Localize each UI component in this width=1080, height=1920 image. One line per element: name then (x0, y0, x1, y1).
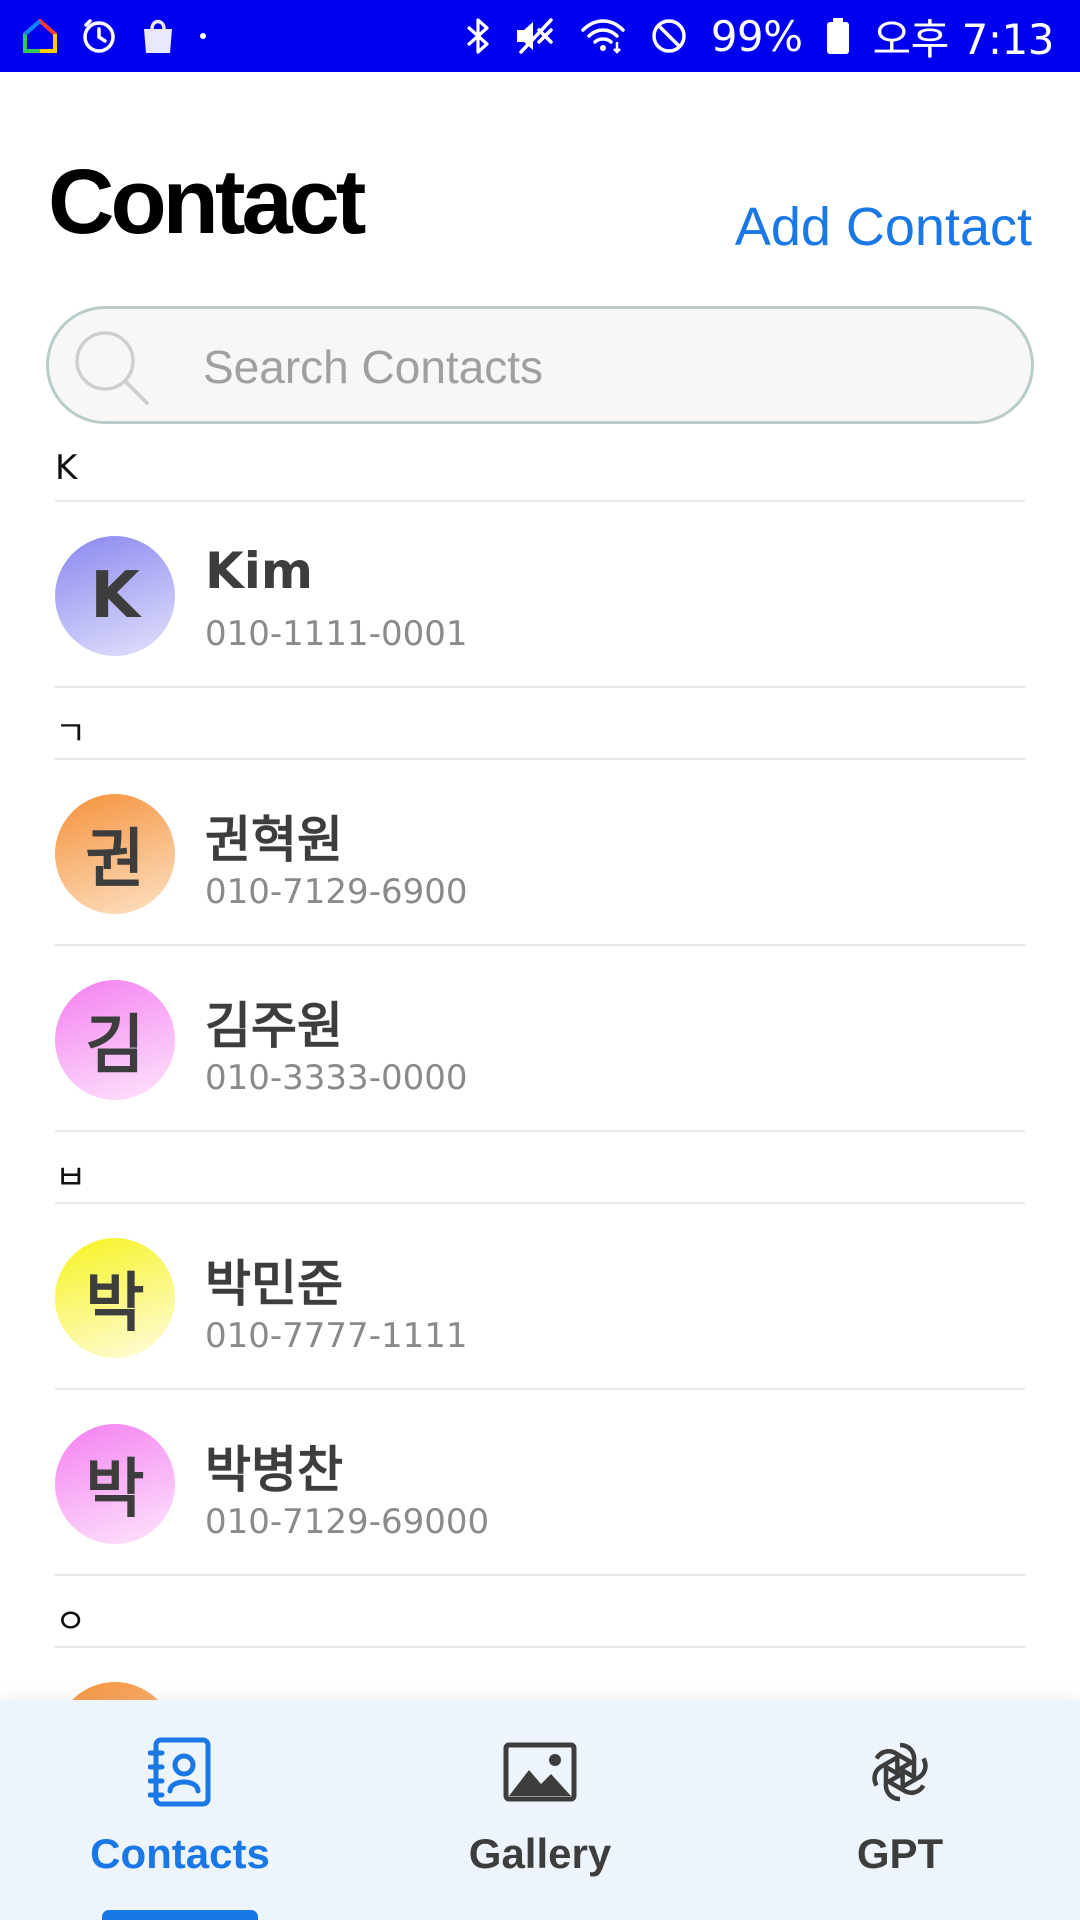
contact-row[interactable]: K Kim 010-1111-0001 (55, 502, 1025, 688)
contacts-screen: 99% 오후 7:13 Contact Add Contact K (0, 0, 1080, 1920)
battery-icon (825, 16, 851, 56)
section-header-ieung: ㅇ (55, 1576, 1025, 1648)
contact-phone: 010-1111-0001 (205, 614, 468, 654)
do-not-disturb-icon (649, 16, 689, 56)
avatar: K (55, 536, 175, 656)
contact-name: 박병찬 (205, 1441, 343, 1499)
avatar-initial: K (90, 559, 140, 633)
clock: 오후 7:13 (872, 14, 1055, 64)
avatar-initial: 박 (85, 1453, 145, 1527)
contact-name: 권혁원 (205, 811, 343, 869)
contact-name: 김주원 (205, 997, 343, 1055)
contact-phone: 010-7777-1111 (205, 1316, 468, 1356)
tab-contacts[interactable]: Contacts (0, 1700, 360, 1920)
vibrate-off-icon (513, 16, 557, 56)
bottom-nav: Contacts Gallery GPT (0, 1700, 1080, 1920)
section-letter: ㄱ (55, 714, 87, 754)
add-contact-button[interactable]: Add Contact (735, 196, 1032, 258)
battery-percent: 99% (710, 11, 803, 61)
avatar: 박 (55, 1238, 175, 1358)
avatar-initial: 권 (85, 823, 145, 897)
wifi-icon (579, 16, 627, 56)
status-bar-left (22, 17, 230, 55)
tab-label: Gallery (468, 1830, 612, 1877)
search-input[interactable] (203, 335, 983, 399)
section-letter: K (55, 448, 78, 488)
timer-icon (80, 17, 118, 55)
avatar: 김 (55, 980, 175, 1100)
avatar-initial: 김 (85, 1009, 145, 1083)
active-tab-indicator (102, 1910, 258, 1920)
contact-row[interactable]: 박 박병찬 010-7129-69000 (55, 1390, 1025, 1576)
contact-list: K K Kim 010-1111-0001 ㄱ 권 권혁원 010-7129-6… (0, 430, 1080, 1834)
openai-logo-icon (867, 1736, 933, 1808)
contacts-book-icon (148, 1736, 212, 1808)
contact-row[interactable]: 권 권혁원 010-7129-6900 (55, 760, 1025, 946)
search-bar[interactable] (46, 306, 1034, 424)
contact-phone: 010-7129-69000 (205, 1502, 490, 1542)
tab-label: Contacts (90, 1830, 270, 1877)
section-letter: ㅂ (55, 1158, 87, 1198)
status-bar-right: 99% 오후 7:13 (465, 6, 1055, 67)
section-header-giyeok: ㄱ (55, 688, 1025, 760)
contact-name: Kim (205, 542, 313, 600)
section-letter: ㅇ (55, 1602, 87, 1642)
avatar: 박 (55, 1424, 175, 1544)
bluetooth-icon (465, 16, 491, 56)
contact-phone: 010-7129-6900 (205, 872, 468, 912)
contact-phone: 010-3333-0000 (205, 1058, 468, 1098)
avatar: 권 (55, 794, 175, 914)
dot-icon (198, 31, 208, 41)
home-color-icon (22, 18, 58, 54)
tab-label: GPT (856, 1830, 944, 1877)
contact-row[interactable]: 박 박민준 010-7777-1111 (55, 1204, 1025, 1390)
shopping-bag-icon (140, 17, 176, 55)
tab-gallery[interactable]: Gallery (360, 1700, 720, 1920)
section-header-bieup: ㅂ (55, 1132, 1025, 1204)
contact-name: 박민준 (205, 1255, 343, 1313)
page-title: Contact (48, 151, 366, 253)
section-header-k: K (55, 430, 1025, 502)
status-bar: 99% 오후 7:13 (0, 0, 1080, 72)
avatar-initial: 박 (85, 1267, 145, 1341)
search-icon (69, 325, 155, 416)
tab-gpt[interactable]: GPT (720, 1700, 1080, 1920)
image-icon (503, 1736, 577, 1808)
contact-row[interactable]: 김 김주원 010-3333-0000 (55, 946, 1025, 1132)
